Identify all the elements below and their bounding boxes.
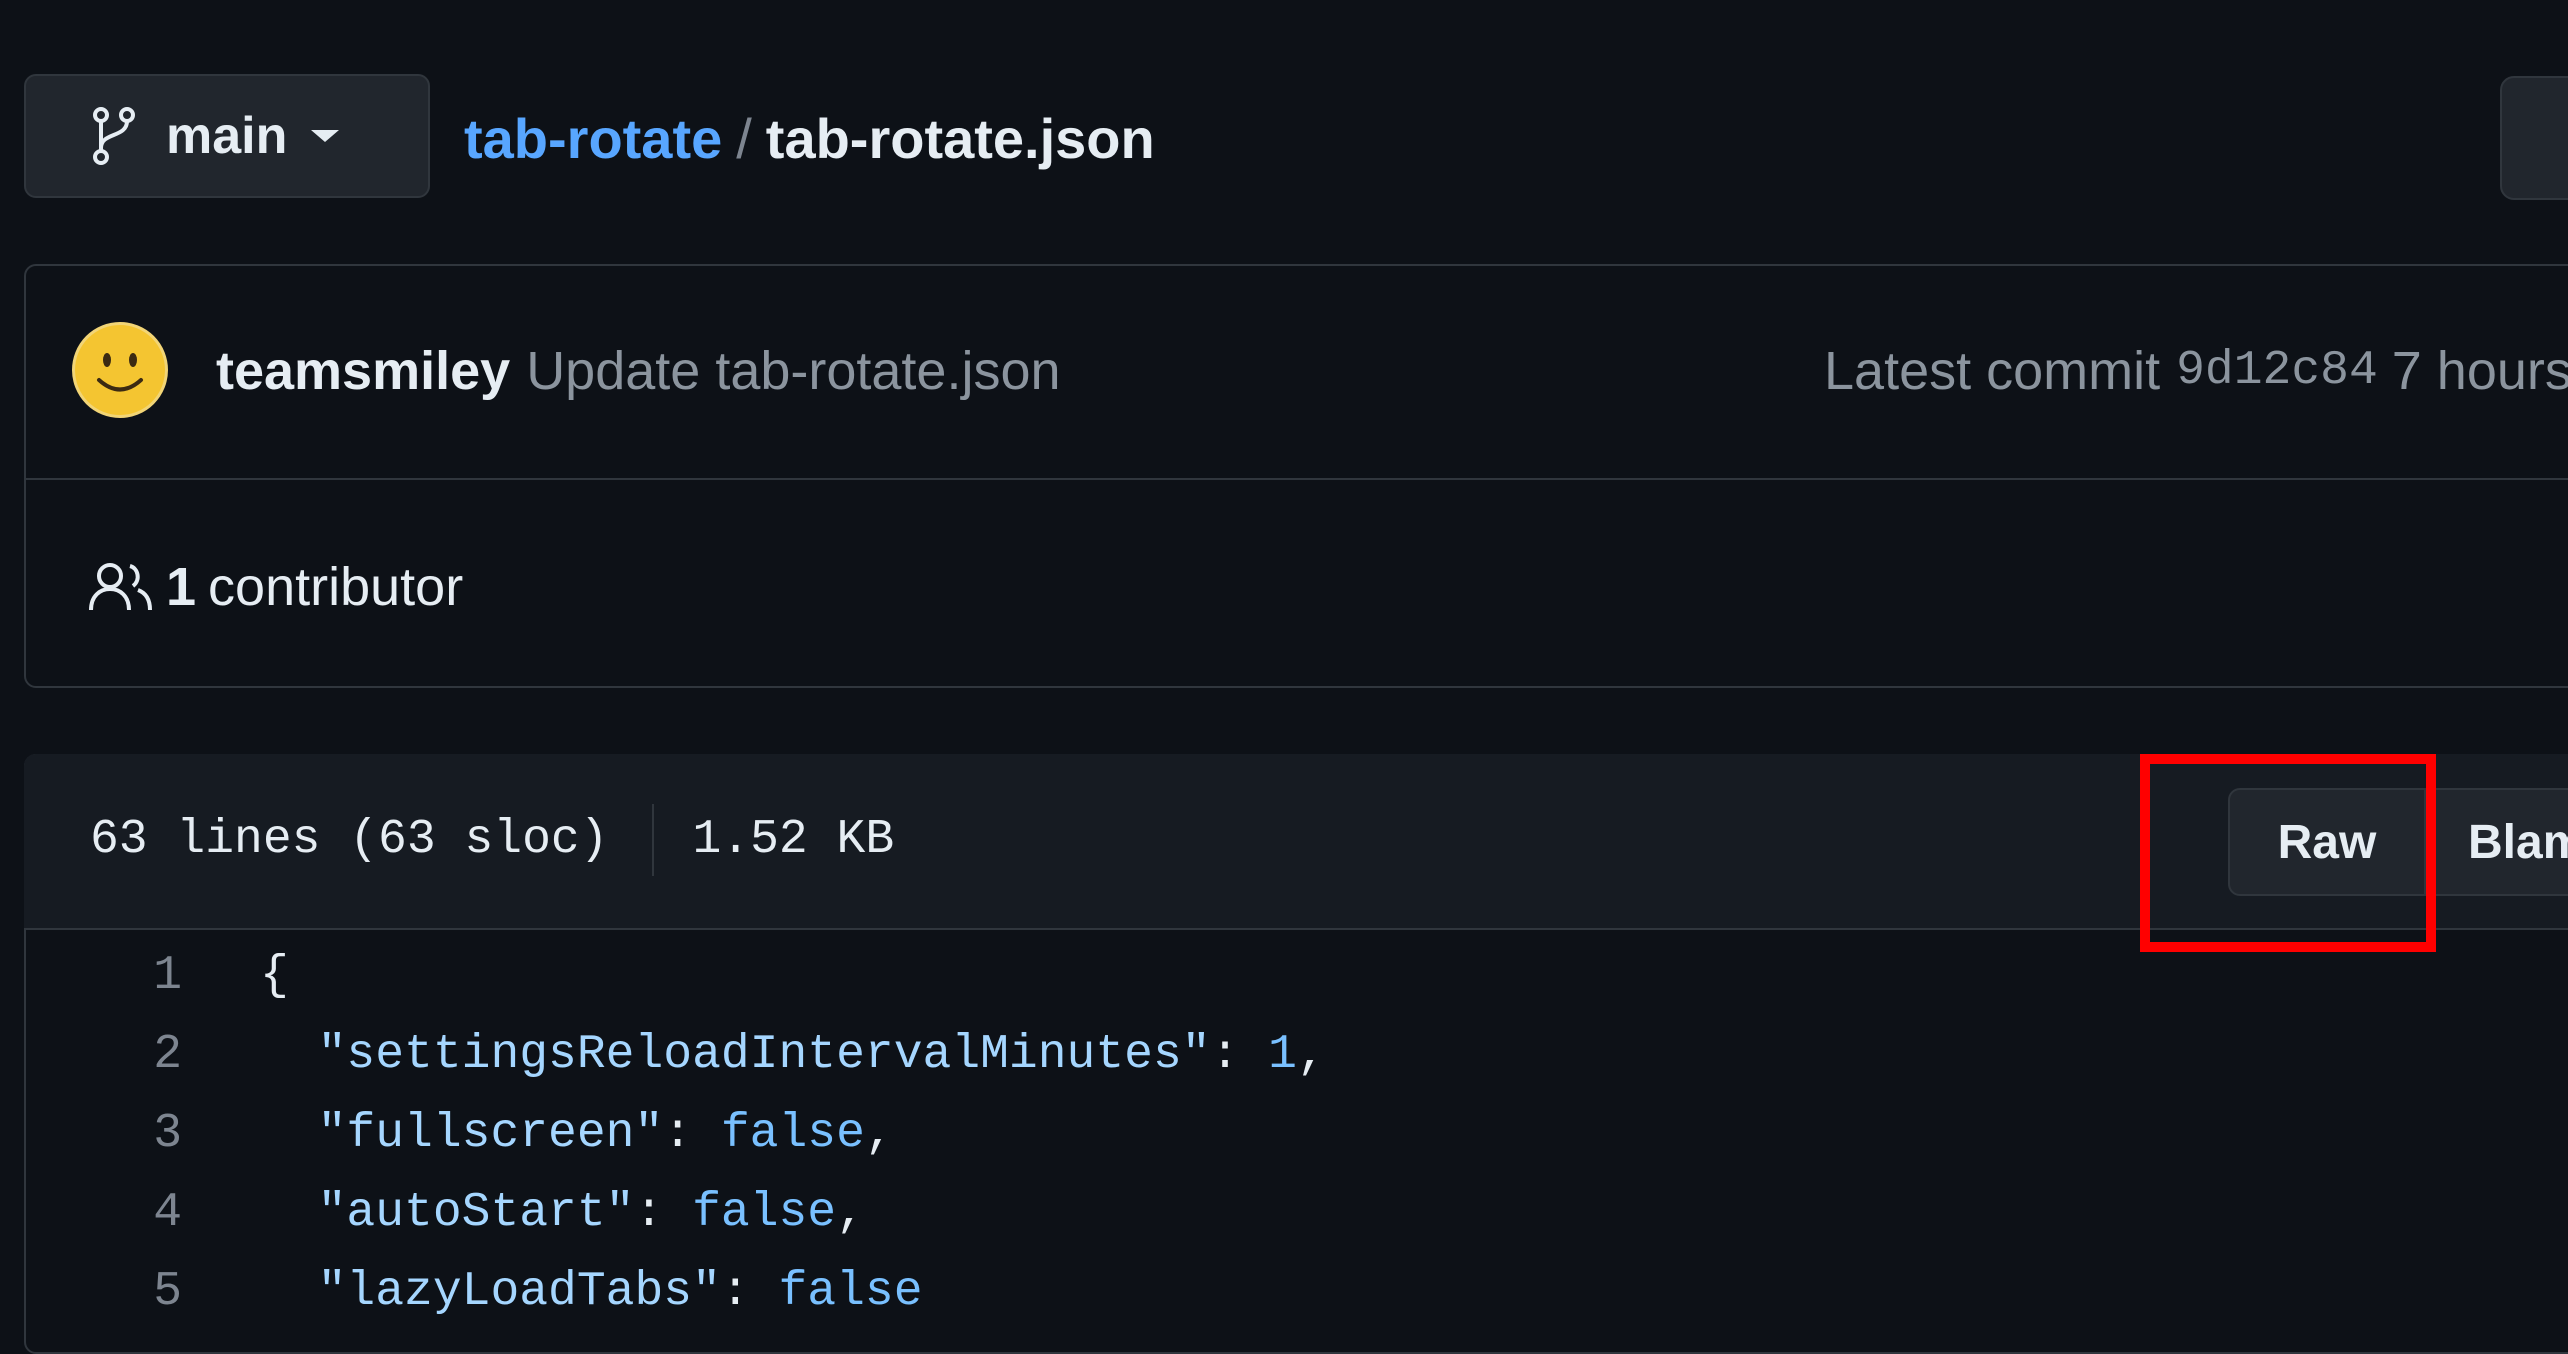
go-to-file-button[interactable] xyxy=(2500,76,2568,200)
breadcrumb-separator: / xyxy=(736,106,752,170)
line-content: "settingsReloadIntervalMinutes": 1, xyxy=(260,1028,1326,1082)
divider xyxy=(24,478,2568,480)
meta-divider xyxy=(652,804,655,876)
commit-summary: teamsmiley Update tab-rotate.json xyxy=(216,336,1061,406)
line-content: "lazyLoadTabs": false xyxy=(260,1265,923,1319)
code-token: 1 xyxy=(1268,1027,1297,1082)
latest-commit-info: Latest commit 9d12c84 7 hours xyxy=(1824,336,2568,406)
code-token: false xyxy=(778,1264,923,1319)
author-avatar[interactable] xyxy=(72,322,168,418)
code-line: 4 "autoStart": false, xyxy=(24,1173,2568,1252)
commit-info-box xyxy=(24,264,2568,688)
commit-message-link[interactable]: Update tab-rotate.json xyxy=(526,340,1060,402)
file-meta: 63 lines (63 sloc) 1.52 KB xyxy=(90,804,895,876)
line-number[interactable]: 5 xyxy=(24,1265,182,1319)
code-token: "fullscreen" xyxy=(260,1106,664,1161)
branch-name: main xyxy=(166,107,288,165)
commit-age: 7 hours xyxy=(2391,341,2568,401)
smiley-avatar xyxy=(76,326,164,414)
commit-author-link[interactable]: teamsmiley xyxy=(216,340,510,402)
code-token: { xyxy=(260,948,289,1003)
code-token: false xyxy=(720,1106,865,1161)
contributor-count: 1 xyxy=(166,557,197,617)
breadcrumb: tab-rotate / tab-rotate.json xyxy=(464,98,1155,178)
code-token: "autoStart" xyxy=(260,1185,635,1240)
commit-sha-link[interactable]: 9d12c84 xyxy=(2176,344,2378,398)
code-token: : xyxy=(720,1264,779,1319)
code-token: , xyxy=(836,1185,865,1240)
code-line: 5 "lazyLoadTabs": false xyxy=(24,1252,2568,1331)
code-token: , xyxy=(1296,1027,1326,1082)
code-line: 2 "settingsReloadIntervalMinutes": 1, xyxy=(24,1015,2568,1094)
line-content: { xyxy=(260,949,289,1003)
code-token: : xyxy=(634,1185,693,1240)
line-number[interactable]: 3 xyxy=(24,1107,182,1161)
highlight-annotation-box xyxy=(2140,754,2436,952)
line-number[interactable]: 4 xyxy=(24,1186,182,1240)
code-token: false xyxy=(692,1185,837,1240)
code-token: "settingsReloadIntervalMinutes" xyxy=(260,1027,1211,1082)
line-number[interactable]: 2 xyxy=(24,1028,182,1082)
file-line-count: 63 lines (63 sloc) xyxy=(90,813,609,867)
file-size: 1.52 KB xyxy=(692,813,895,867)
breadcrumb-repo-link[interactable]: tab-rotate xyxy=(464,106,722,171)
contributors-link[interactable]: 1 contributor xyxy=(88,552,463,622)
breadcrumb-file-name: tab-rotate.json xyxy=(765,106,1155,170)
caret-down-icon xyxy=(311,130,340,142)
people-icon xyxy=(89,563,152,611)
code-token: : xyxy=(663,1106,721,1161)
line-content: "autoStart": false, xyxy=(260,1186,865,1240)
code-token: : xyxy=(1210,1027,1269,1082)
git-branch-icon xyxy=(93,107,135,165)
line-content: "fullscreen": false, xyxy=(260,1107,894,1161)
code-line: 3 "fullscreen": false, xyxy=(24,1094,2568,1173)
contributor-label: contributor xyxy=(208,557,464,617)
code-line: 1{ xyxy=(24,936,2568,1015)
code-token: , xyxy=(864,1106,894,1161)
latest-commit-label: Latest commit xyxy=(1824,341,2161,401)
code-view: 1{2 "settingsReloadIntervalMinutes": 1, 3… xyxy=(24,936,2568,1331)
blame-button[interactable]: Blam xyxy=(2426,788,2568,896)
code-token: "lazyLoadTabs" xyxy=(260,1264,721,1319)
branch-selector-button[interactable]: main xyxy=(24,74,430,198)
line-number[interactable]: 1 xyxy=(24,949,182,1003)
